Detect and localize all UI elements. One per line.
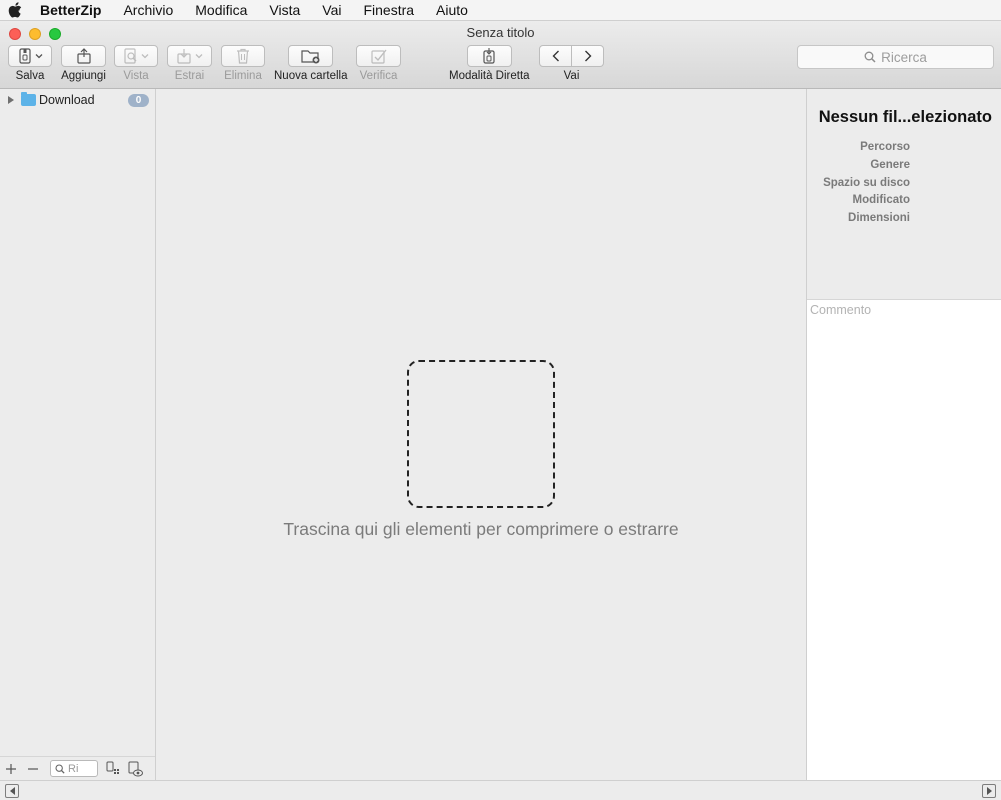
scroll-left-button[interactable]: [5, 784, 19, 798]
comment-placeholder: Commento: [810, 303, 872, 317]
minus-icon: [28, 767, 38, 770]
field-percorso: Percorso: [860, 141, 910, 153]
aggiungi-label: Aggiungi: [61, 70, 106, 82]
sidebar: Download 0 Ri: [0, 89, 156, 780]
search-icon: [864, 51, 876, 63]
chevron-down-icon: [195, 54, 203, 59]
menu-bar: BetterZip Archivio Modifica Vista Vai Fi…: [0, 0, 1001, 21]
elimina-button[interactable]: [221, 45, 265, 67]
field-genere: Genere: [870, 158, 910, 171]
menu-vista[interactable]: Vista: [258, 0, 311, 21]
item-count-badge: 0: [128, 94, 149, 107]
extract-icon: [177, 49, 191, 64]
aggiungi-tool: Aggiungi: [61, 45, 106, 82]
archive-preview-button[interactable]: [124, 758, 146, 780]
inspector-title: Nessun fil...elezionato: [818, 108, 992, 126]
window-titlebar: Senza titolo Salva Aggiungi Vista Estrai: [0, 21, 1001, 89]
nuova-cartella-tool: Nuova cartella: [274, 45, 348, 82]
vai-tool: Vai: [539, 45, 604, 82]
archive-grid-icon: [106, 761, 119, 774]
disclosure-triangle-icon[interactable]: [8, 96, 14, 104]
estrai-tool: Estrai: [167, 45, 212, 82]
add-item-button[interactable]: [0, 758, 22, 780]
vista-button[interactable]: [114, 45, 158, 67]
chevron-right-icon: [584, 50, 591, 62]
drop-target[interactable]: [407, 360, 555, 508]
remove-item-button[interactable]: [22, 758, 44, 780]
vista-tool: Vista: [114, 45, 158, 82]
apple-menu-icon[interactable]: [4, 2, 26, 18]
modalita-diretta-tool: Modalità Diretta: [449, 45, 530, 82]
nuova-cartella-label: Nuova cartella: [274, 70, 348, 82]
verify-check-icon: [370, 49, 387, 64]
search-placeholder: Ricerca: [881, 49, 927, 65]
aggiungi-button[interactable]: [61, 45, 106, 67]
drop-hint: Trascina qui gli elementi per comprimere…: [283, 519, 679, 539]
window-title: Senza titolo: [466, 25, 535, 40]
inspector-panel: Nessun fil...elezionato Percorso Genere …: [806, 89, 1001, 780]
trash-icon: [237, 48, 249, 64]
menu-archivio[interactable]: Archivio: [112, 0, 184, 21]
vista-label: Vista: [123, 70, 149, 82]
forward-button[interactable]: [572, 45, 604, 67]
estrai-button[interactable]: [167, 45, 212, 67]
menu-app-name[interactable]: BetterZip: [26, 0, 112, 21]
elimina-label: Elimina: [224, 70, 262, 82]
archive-grid-button[interactable]: [102, 758, 124, 780]
menu-finestra[interactable]: Finestra: [352, 0, 425, 21]
scroll-left-icon: [9, 787, 15, 795]
sidebar-footer: Ri: [0, 756, 155, 780]
field-dimensioni: Dimensioni: [848, 212, 910, 225]
menu-modifica[interactable]: Modifica: [184, 0, 258, 21]
menu-vai[interactable]: Vai: [311, 0, 352, 21]
bottom-scrollbar: [0, 780, 1001, 800]
verifica-tool: Verifica: [356, 45, 401, 82]
elimina-tool: Elimina: [221, 45, 265, 82]
vai-label: Vai: [563, 70, 580, 82]
chevron-left-icon: [552, 50, 559, 62]
nuova-cartella-button[interactable]: [288, 45, 334, 67]
direct-mode-icon: [483, 48, 495, 64]
sidebar-filter-placeholder: Ri: [68, 762, 79, 775]
chevron-down-icon: [141, 54, 148, 59]
verifica-label: Verifica: [359, 70, 398, 82]
search-input[interactable]: Ricerca: [797, 45, 994, 69]
menu-aiuto[interactable]: Aiuto: [425, 0, 479, 21]
chevron-down-icon: [35, 54, 42, 59]
quick-look-icon: [123, 48, 136, 64]
salva-label: Salva: [15, 70, 45, 82]
estrai-label: Estrai: [174, 70, 205, 82]
scroll-right-button[interactable]: [982, 784, 996, 798]
modalita-diretta-label: Modalità Diretta: [449, 70, 530, 82]
back-forward-control: [539, 45, 604, 67]
modalita-diretta-button[interactable]: [466, 45, 512, 67]
inspector-fields: Percorso Genere Spazio su disco Modifica…: [823, 139, 910, 228]
salva-button[interactable]: [8, 45, 52, 67]
salva-tool: Salva: [8, 45, 52, 82]
verifica-button[interactable]: [356, 45, 401, 67]
sidebar-filter-input[interactable]: Ri: [50, 760, 98, 777]
folder-icon: [21, 92, 36, 106]
archive-content-area[interactable]: Trascina qui gli elementi per comprimere…: [156, 89, 806, 780]
add-to-archive-icon: [76, 48, 91, 64]
new-folder-icon: [301, 50, 320, 64]
plus-icon: [6, 763, 16, 774]
sidebar-item-download[interactable]: Download 0: [0, 91, 155, 109]
search-icon: [55, 763, 65, 774]
back-button[interactable]: [539, 45, 572, 67]
sidebar-item-label: Download: [39, 93, 95, 107]
field-modificato: Modificato: [852, 194, 911, 207]
field-spazio-su-disco: Spazio su disco: [823, 176, 910, 189]
scroll-right-icon: [986, 787, 992, 795]
archive-save-icon: [18, 48, 31, 64]
archive-eye-icon: [128, 761, 143, 776]
comment-textarea[interactable]: Commento: [807, 299, 1001, 780]
